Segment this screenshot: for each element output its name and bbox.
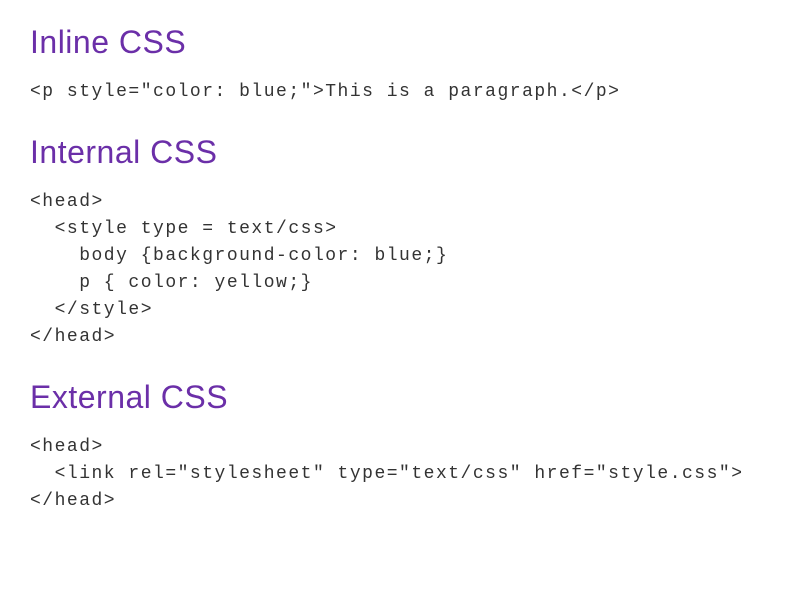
section-external-css: External CSS <head> <link rel="styleshee… <box>30 379 770 515</box>
code-external-css: <head> <link rel="stylesheet" type="text… <box>30 434 770 515</box>
code-inline-css: <p style="color: blue;">This is a paragr… <box>30 79 770 106</box>
heading-internal-css: Internal CSS <box>30 134 770 171</box>
heading-inline-css: Inline CSS <box>30 24 770 61</box>
section-internal-css: Internal CSS <head> <style type = text/c… <box>30 134 770 351</box>
heading-external-css: External CSS <box>30 379 770 416</box>
code-internal-css: <head> <style type = text/css> body {bac… <box>30 189 770 351</box>
section-inline-css: Inline CSS <p style="color: blue;">This … <box>30 24 770 106</box>
